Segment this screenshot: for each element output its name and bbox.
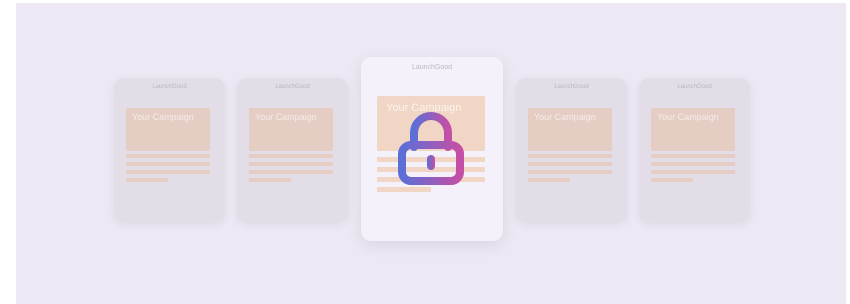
- card-brand-label: LaunchGood: [677, 84, 712, 90]
- card-brand-label: LaunchGood: [554, 84, 589, 90]
- card-text-line: [651, 170, 735, 174]
- campaign-card-preview: LaunchGood Your Campaign: [114, 78, 225, 221]
- card-hero-image: Your Campaign: [249, 108, 333, 151]
- card-brand-label: LaunchGood: [152, 84, 187, 90]
- card-text-line: [651, 162, 735, 166]
- card-text-line: [126, 162, 210, 166]
- card-text-line: [249, 178, 291, 182]
- card-text-line: [651, 154, 735, 158]
- campaign-card-preview: LaunchGood Your Campaign: [237, 78, 348, 221]
- card-hero-image: Your Campaign: [126, 108, 210, 151]
- card-text-line: [249, 162, 333, 166]
- lock-icon: [398, 112, 464, 185]
- card-hero-image: Your Campaign: [528, 108, 612, 151]
- card-text-line: [126, 178, 168, 182]
- card-text-line: [249, 170, 333, 174]
- preview-stage: LaunchGood Your Campaign LaunchGood Your…: [16, 3, 846, 304]
- card-text-line: [528, 170, 612, 174]
- card-text-line: [126, 170, 210, 174]
- card-text-line: [651, 178, 693, 182]
- campaign-card-preview: LaunchGood Your Campaign: [516, 78, 627, 221]
- campaign-card-preview: LaunchGood Your Campaign: [639, 78, 750, 221]
- card-text-line: [126, 154, 210, 158]
- card-text-line: [528, 178, 570, 182]
- card-brand-label: LaunchGood: [275, 84, 310, 90]
- card-text-line: [528, 154, 612, 158]
- card-text-line: [377, 187, 431, 192]
- card-text-line: [528, 162, 612, 166]
- card-text-line: [249, 154, 333, 158]
- card-hero-image: Your Campaign: [651, 108, 735, 151]
- card-brand-label: LaunchGood: [411, 64, 453, 71]
